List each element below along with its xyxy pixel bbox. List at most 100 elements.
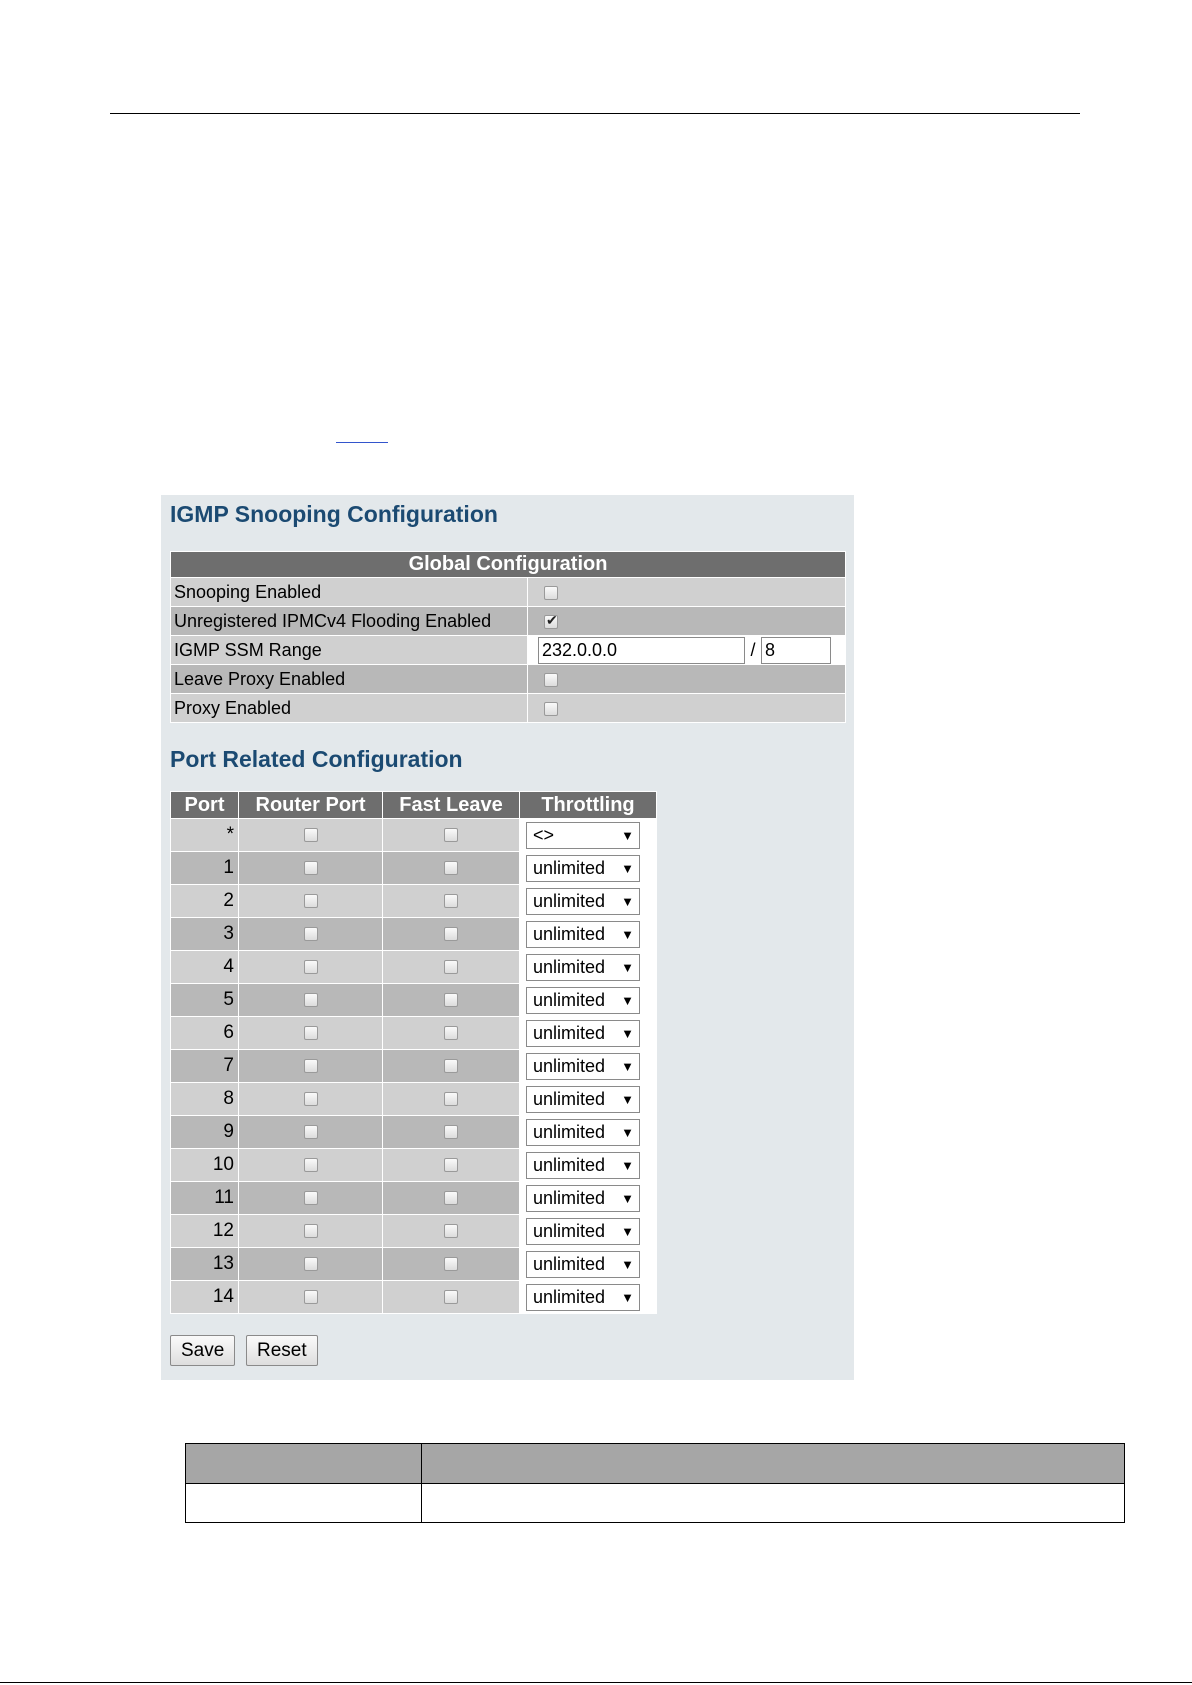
unregistered-flooding-checkbox[interactable] [544, 612, 558, 629]
router-port-checkbox[interactable] [303, 1289, 318, 1304]
table-row: 9 unlimited ▼ [170, 1115, 657, 1149]
port-number: 2 [170, 884, 239, 918]
throttling-value: unlimited [533, 1253, 606, 1274]
fast-leave-checkbox[interactable] [444, 1025, 458, 1040]
throttling-value: unlimited [533, 1286, 606, 1307]
global-config-table: Global Configuration Snooping Enabled Un… [170, 551, 846, 723]
ssm-prefix-input[interactable]: 8 [761, 636, 831, 664]
fast-leave-checkbox[interactable] [444, 992, 458, 1007]
fast-leave-checkbox[interactable] [444, 926, 458, 941]
parameter-header-cell [185, 1443, 422, 1484]
chevron-down-icon: ▼ [621, 959, 634, 975]
table-row: 1 unlimited ▼ [170, 851, 657, 885]
router-port-checkbox[interactable] [303, 1058, 318, 1073]
router-port-checkbox[interactable] [303, 959, 318, 974]
chevron-down-icon: ▼ [621, 1289, 634, 1305]
throttling-select[interactable]: unlimited ▼ [526, 920, 640, 948]
fast-leave-checkbox[interactable] [444, 860, 458, 875]
throttling-value: unlimited [533, 1220, 606, 1241]
table-row: 10 unlimited ▼ [170, 1148, 657, 1182]
fast-leave-checkbox[interactable] [444, 1289, 458, 1304]
col-throttling: Throttling [519, 791, 657, 819]
page-title: IGMP Snooping Configuration [170, 501, 498, 527]
throttling-select[interactable]: unlimited ▼ [526, 1283, 640, 1311]
throttling-select[interactable]: <> ▼ [526, 821, 640, 849]
leave-proxy-checkbox[interactable] [544, 672, 558, 687]
port-number: 10 [170, 1148, 239, 1182]
chevron-down-icon: ▼ [621, 992, 634, 1008]
router-port-checkbox[interactable] [303, 1256, 318, 1271]
throttling-select[interactable]: unlimited ▼ [526, 1184, 640, 1212]
router-port-checkbox[interactable] [303, 926, 318, 941]
table-row: 11 unlimited ▼ [170, 1181, 657, 1215]
table-row: 14 unlimited ▼ [170, 1280, 657, 1314]
throttling-value: unlimited [533, 1055, 606, 1076]
router-port-checkbox[interactable] [303, 827, 318, 842]
chevron-down-icon: ▼ [621, 827, 634, 843]
fast-leave-checkbox[interactable] [444, 1058, 458, 1073]
reset-button[interactable]: Reset [246, 1335, 318, 1366]
table-row: 3 unlimited ▼ [170, 917, 657, 951]
fast-leave-checkbox[interactable] [444, 893, 458, 908]
table-row: IGMP SSM Range 232.0.0.0/8 [170, 635, 846, 665]
chevron-down-icon: ▼ [621, 1157, 634, 1173]
router-port-checkbox[interactable] [303, 992, 318, 1007]
throttling-value: unlimited [533, 1121, 606, 1142]
router-port-checkbox[interactable] [303, 1157, 318, 1172]
throttling-value: unlimited [533, 1187, 606, 1208]
ssm-address-input[interactable]: 232.0.0.0 [538, 636, 745, 664]
fast-leave-checkbox[interactable] [444, 1223, 458, 1238]
table-row: 12 unlimited ▼ [170, 1214, 657, 1248]
figure-reference-link[interactable] [336, 420, 388, 443]
col-router-port: Router Port [238, 791, 383, 819]
parameter-table [185, 1443, 1125, 1523]
throttling-select[interactable]: unlimited ▼ [526, 1250, 640, 1278]
col-port: Port [170, 791, 239, 819]
port-number: 11 [170, 1181, 239, 1215]
snooping-enabled-checkbox[interactable] [544, 585, 558, 600]
fast-leave-checkbox[interactable] [444, 1256, 458, 1271]
chevron-down-icon: ▼ [621, 1190, 634, 1206]
throttling-select[interactable]: unlimited ▼ [526, 1019, 640, 1047]
save-button[interactable]: Save [170, 1335, 236, 1366]
table-row: 13 unlimited ▼ [170, 1247, 657, 1281]
router-port-checkbox[interactable] [303, 1190, 318, 1205]
table-row: 6 unlimited ▼ [170, 1016, 657, 1050]
ssm-separator: / [750, 639, 756, 660]
router-port-checkbox[interactable] [303, 893, 318, 908]
router-port-checkbox[interactable] [303, 860, 318, 875]
fast-leave-checkbox[interactable] [444, 1190, 458, 1205]
router-port-checkbox[interactable] [303, 1025, 318, 1040]
throttling-select[interactable]: unlimited ▼ [526, 887, 640, 915]
throttling-select[interactable]: unlimited ▼ [526, 986, 640, 1014]
chevron-down-icon: ▼ [621, 1091, 634, 1107]
port-number: 13 [170, 1247, 239, 1281]
header-rule [110, 113, 1080, 114]
leave-proxy-label: Leave Proxy Enabled [170, 664, 528, 694]
fast-leave-checkbox[interactable] [444, 827, 458, 842]
fast-leave-checkbox[interactable] [444, 1157, 458, 1172]
fast-leave-checkbox[interactable] [444, 959, 458, 974]
proxy-enabled-label: Proxy Enabled [170, 693, 528, 723]
proxy-enabled-checkbox[interactable] [544, 701, 558, 716]
throttling-select[interactable]: unlimited ▼ [526, 1118, 640, 1146]
throttling-select[interactable]: unlimited ▼ [526, 1085, 640, 1113]
parameter-cell [185, 1483, 422, 1523]
throttling-select[interactable]: unlimited ▼ [526, 1217, 640, 1245]
throttling-value: unlimited [533, 989, 606, 1010]
throttling-select[interactable]: unlimited ▼ [526, 953, 640, 981]
throttling-select[interactable]: unlimited ▼ [526, 1052, 640, 1080]
fast-leave-checkbox[interactable] [444, 1091, 458, 1106]
throttling-select[interactable]: unlimited ▼ [526, 854, 640, 882]
chevron-down-icon: ▼ [621, 1124, 634, 1140]
router-port-checkbox[interactable] [303, 1091, 318, 1106]
unregistered-flooding-label: Unregistered IPMCv4 Flooding Enabled [170, 606, 528, 636]
throttling-select[interactable]: unlimited ▼ [526, 1151, 640, 1179]
throttling-value: unlimited [533, 1088, 606, 1109]
router-port-checkbox[interactable] [303, 1124, 318, 1139]
throttling-value: unlimited [533, 956, 606, 977]
port-section-title: Port Related Configuration [170, 746, 463, 772]
fast-leave-checkbox[interactable] [444, 1124, 458, 1139]
chevron-down-icon: ▼ [621, 1025, 634, 1041]
router-port-checkbox[interactable] [303, 1223, 318, 1238]
